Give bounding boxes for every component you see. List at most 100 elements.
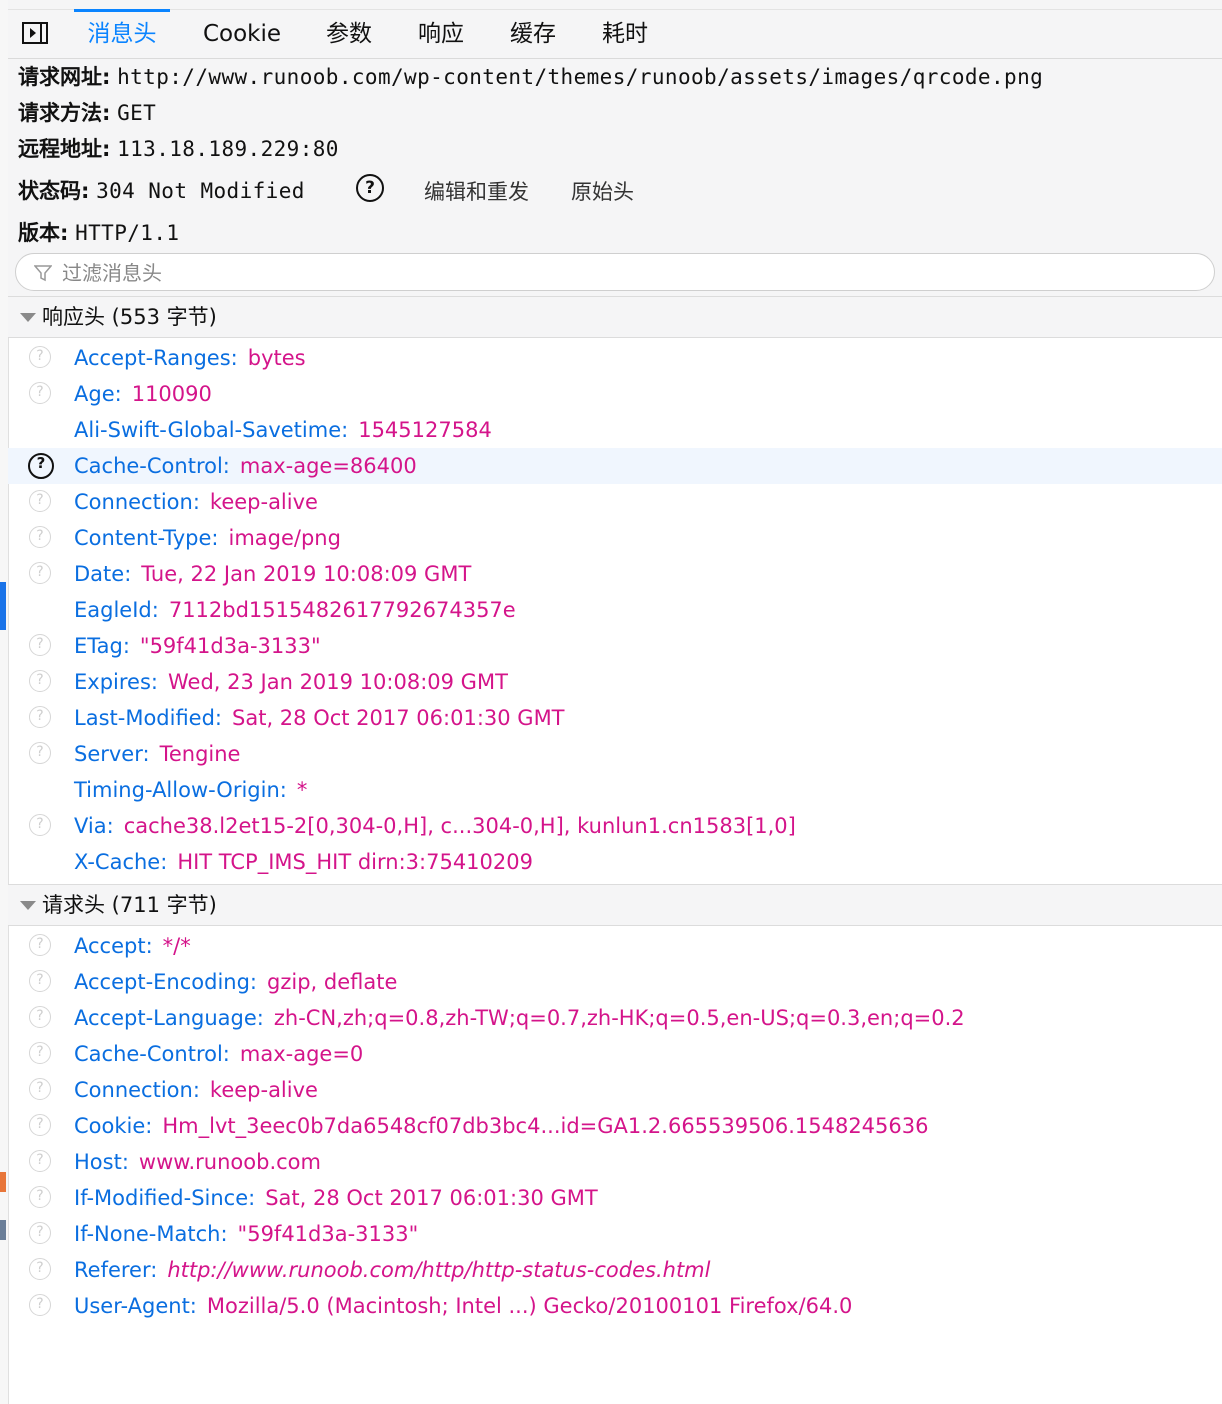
tab-headers[interactable]: 消息头 [74, 9, 170, 58]
header-value: bytes [247, 346, 306, 370]
header-help-icon[interactable]: ? [29, 814, 51, 836]
header-value: www.runoob.com [138, 1150, 321, 1174]
status-help-icon[interactable]: ? [356, 174, 384, 202]
response-header-row[interactable]: ? Age: 110090 [8, 376, 1222, 412]
response-header-row[interactable]: EagleId: 7112bd1515482617792674357e [8, 592, 1222, 628]
request-header-row[interactable]: ? User-Agent: Mozilla/5.0 (Macintosh; Inte… [8, 1288, 1222, 1324]
request-header-row[interactable]: ? Accept: */* [8, 928, 1222, 964]
header-help-icon[interactable]: ? [29, 970, 51, 992]
header-value: */* [162, 934, 191, 958]
tab-timings[interactable]: 耗时 [590, 10, 660, 58]
remote-address-label: 远程地址: [18, 137, 111, 161]
header-help-icon[interactable]: ? [29, 670, 51, 692]
request-header-row[interactable]: ? Accept-Language: zh-CN,zh;q=0.8,zh-TW;q=… [8, 1000, 1222, 1036]
response-header-row[interactable]: ? Content-Type: image/png [8, 520, 1222, 556]
response-header-row[interactable]: X-Cache: HIT TCP_IMS_HIT dirn:3:75410209 [8, 844, 1222, 880]
header-value: HIT TCP_IMS_HIT dirn:3:75410209 [177, 850, 533, 874]
header-value: 7112bd1515482617792674357e [168, 598, 516, 622]
tab-params[interactable]: 参数 [314, 10, 384, 58]
header-value: keep-alive [209, 1078, 318, 1102]
tab-cookie[interactable]: Cookie [194, 10, 290, 58]
tab-bar: 消息头 Cookie 参数 响应 缓存 耗时 [8, 9, 1222, 59]
request-url-row: 请求网址: http://www.runoob.com/wp-content/t… [18, 62, 1043, 92]
request-header-row[interactable]: ? Host: www.runoob.com [8, 1144, 1222, 1180]
response-header-row[interactable]: ? Date: Tue, 22 Jan 2019 10:08:09 GMT [8, 556, 1222, 592]
header-help-icon[interactable]: ? [29, 526, 51, 548]
header-help-icon[interactable]: ? [29, 1078, 51, 1100]
remote-address-value: 113.18.189.229:80 [117, 137, 339, 161]
header-value: keep-alive [209, 490, 318, 514]
header-name: User-Agent: Mozilla/5.0 (Macintosh; Intel… [74, 1294, 853, 1318]
response-header-row[interactable]: ? Connection: keep-alive [8, 484, 1222, 520]
header-help-icon[interactable]: ? [29, 1294, 51, 1316]
request-method-row: 请求方法: GET [18, 98, 156, 128]
version-row: 版本: HTTP/1.1 [18, 218, 179, 248]
header-value: max-age=86400 [239, 454, 417, 478]
collapse-triangle-icon[interactable] [20, 313, 36, 322]
raw-headers-button[interactable]: 原始头 [571, 176, 634, 206]
header-help-icon[interactable]: ? [28, 453, 54, 479]
response-headers-section[interactable]: 响应头 (553 字节) [8, 296, 1222, 338]
response-header-row[interactable]: ? Accept-Ranges: bytes [8, 340, 1222, 376]
header-help-icon[interactable]: ? [29, 346, 51, 368]
header-help-icon[interactable]: ? [29, 706, 51, 728]
header-name: Age: 110090 [74, 382, 212, 406]
request-method-label: 请求方法: [18, 101, 111, 125]
header-help-icon[interactable]: ? [29, 382, 51, 404]
response-header-row[interactable]: ? Last-Modified: Sat, 28 Oct 2017 06:01:30… [8, 700, 1222, 736]
request-header-row[interactable]: ? If-Modified-Since: Sat, 28 Oct 2017 06:0… [8, 1180, 1222, 1216]
header-value: zh-CN,zh;q=0.8,zh-TW;q=0.7,zh-HK;q=0.5,e… [273, 1006, 965, 1030]
request-headers-section[interactable]: 请求头 (711 字节) [8, 884, 1222, 926]
header-help-icon[interactable]: ? [29, 1258, 51, 1280]
filter-funnel-icon [34, 265, 52, 282]
header-help-icon[interactable]: ? [29, 1150, 51, 1172]
remote-address-row: 远程地址: 113.18.189.229:80 [18, 134, 339, 164]
header-help-icon[interactable]: ? [29, 1222, 51, 1244]
header-value: Sat, 28 Oct 2017 06:01:30 GMT [232, 706, 565, 730]
request-header-row[interactable]: ? Cache-Control: max-age=0 [8, 1036, 1222, 1072]
header-help-icon[interactable]: ? [29, 634, 51, 656]
response-header-row[interactable]: ? Server: Tengine [8, 736, 1222, 772]
filter-headers-input[interactable] [60, 256, 1164, 290]
request-header-row[interactable]: ? Connection: keep-alive [8, 1072, 1222, 1108]
header-name: Accept-Ranges: bytes [74, 346, 306, 370]
header-help-icon[interactable]: ? [29, 742, 51, 764]
version-value: HTTP/1.1 [75, 221, 180, 245]
header-value: Wed, 23 Jan 2019 10:08:09 GMT [167, 670, 508, 694]
response-header-row[interactable]: Timing-Allow-Origin: * [8, 772, 1222, 808]
tab-cache[interactable]: 缓存 [498, 10, 568, 58]
request-headers-title: 请求头 (711 字节) [42, 893, 217, 917]
request-header-row[interactable]: ? Cookie: Hm_lvt_3eec0b7da6548cf07db3bc4..… [8, 1108, 1222, 1144]
tab-response[interactable]: 响应 [406, 10, 476, 58]
header-help-icon[interactable]: ? [29, 1042, 51, 1064]
header-value: max-age=0 [239, 1042, 364, 1066]
request-header-row[interactable]: ? If-None-Match: "59f41d3a-3133" [8, 1216, 1222, 1252]
response-header-row[interactable]: ? Via: cache38.l2et15-2[0,304-0,H], c...30… [8, 808, 1222, 844]
header-help-icon[interactable]: ? [29, 1186, 51, 1208]
response-header-row[interactable]: Ali-Swift-Global-Savetime: 1545127584 [8, 412, 1222, 448]
header-name: Date: Tue, 22 Jan 2019 10:08:09 GMT [74, 562, 472, 586]
header-help-icon[interactable]: ? [29, 490, 51, 512]
header-name: Expires: Wed, 23 Jan 2019 10:08:09 GMT [74, 670, 508, 694]
response-header-row[interactable]: ? Expires: Wed, 23 Jan 2019 10:08:09 GMT [8, 664, 1222, 700]
request-header-row[interactable]: ? Referer: http://www.runoob.com/http/http… [8, 1252, 1222, 1288]
request-header-row[interactable]: ? Accept-Encoding: gzip, deflate [8, 964, 1222, 1000]
gutter-marker-orange [0, 1172, 6, 1192]
header-name: X-Cache: HIT TCP_IMS_HIT dirn:3:75410209 [74, 850, 533, 874]
header-help-icon[interactable]: ? [29, 1006, 51, 1028]
header-value: 1545127584 [358, 418, 492, 442]
response-header-row[interactable]: ? ETag: "59f41d3a-3133" [8, 628, 1222, 664]
header-name: Timing-Allow-Origin: * [74, 778, 308, 802]
response-header-row[interactable]: ? Cache-Control: max-age=86400 [8, 448, 1222, 484]
header-help-icon[interactable]: ? [29, 1114, 51, 1136]
gutter-marker-gray [0, 1220, 6, 1240]
gutter-marker-blue [0, 582, 6, 630]
header-value: * [296, 778, 308, 802]
edit-and-resend-button[interactable]: 编辑和重发 [424, 176, 529, 206]
collapse-triangle-icon[interactable] [20, 901, 36, 910]
header-help-icon[interactable]: ? [29, 562, 51, 584]
header-help-icon[interactable]: ? [29, 934, 51, 956]
header-name: Referer: http://www.runoob.com/http/http-… [74, 1258, 711, 1282]
toggle-sidebar-icon[interactable] [22, 22, 48, 44]
request-method-value: GET [117, 101, 157, 125]
